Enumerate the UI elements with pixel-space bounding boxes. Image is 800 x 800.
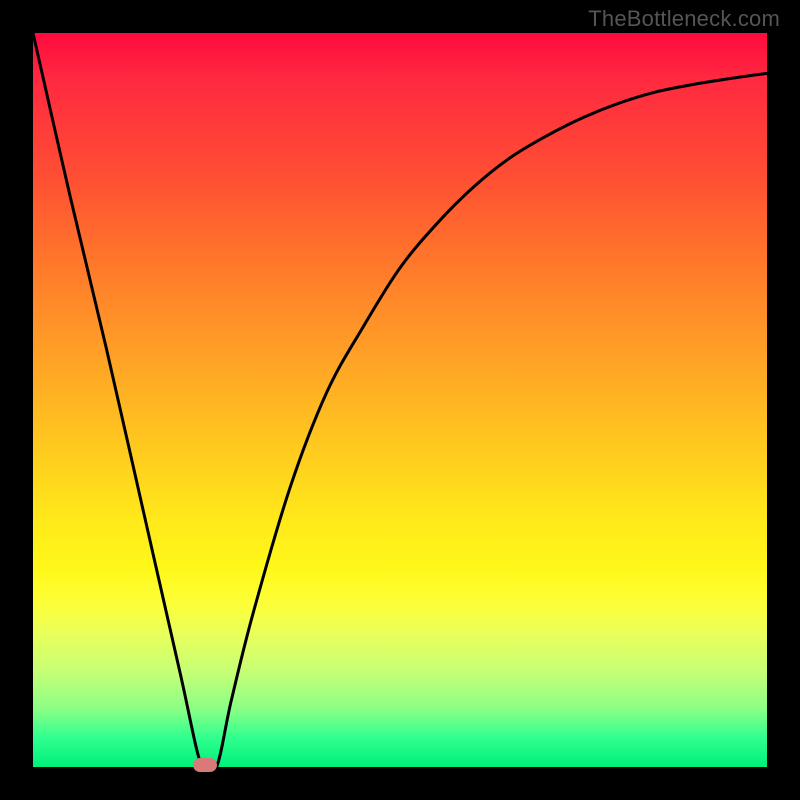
min-marker (193, 758, 217, 772)
curve-svg (33, 33, 767, 767)
bottleneck-curve (33, 33, 767, 767)
plot-area (33, 33, 767, 767)
watermark-text: TheBottleneck.com (588, 6, 780, 32)
chart-frame: TheBottleneck.com (0, 0, 800, 800)
